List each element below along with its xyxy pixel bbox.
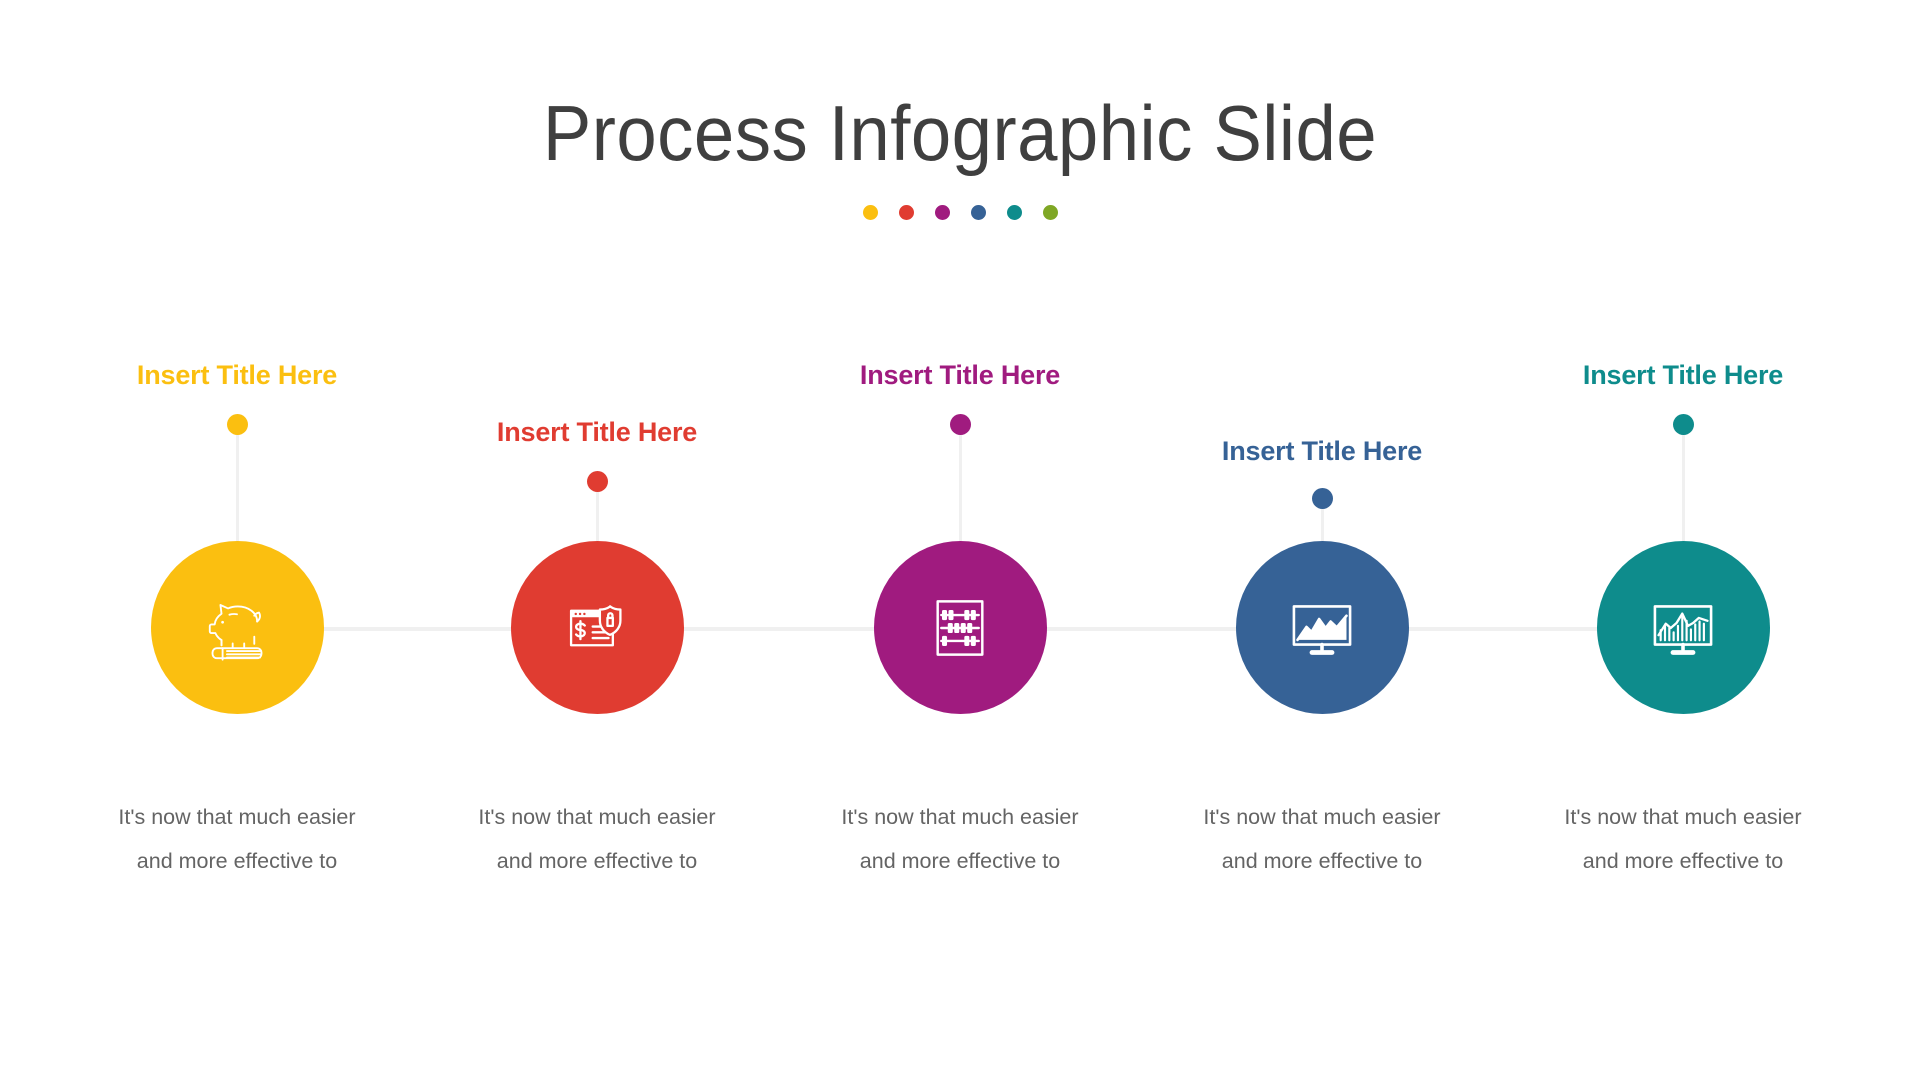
- step-pin-dot-4: [1311, 488, 1333, 509]
- step-pin-dot-2: [586, 471, 608, 492]
- step-stem-2: [595, 487, 599, 542]
- step-title-3[interactable]: Insert Title Here: [810, 360, 1110, 391]
- step-title-1[interactable]: Insert Title Here: [87, 360, 387, 391]
- step-description-4: It's now that much easier and more effec…: [1203, 805, 1441, 874]
- step-stem-4: [1320, 504, 1324, 542]
- step-stem-1: [235, 430, 239, 542]
- process-step-5: Insert Title Here It's now that much eas…: [1533, 0, 1833, 1080]
- process-step-1: Insert Title Here It's now that much eas…: [87, 0, 387, 1080]
- step-description-1: It's now that much easier and more effec…: [118, 805, 356, 874]
- step-description-3: It's now that much easier and more effec…: [841, 805, 1079, 874]
- step-icon-circle-4[interactable]: [1235, 541, 1409, 714]
- step-pin-dot-3: [949, 414, 971, 435]
- step-stem-5: [1681, 430, 1685, 542]
- step-title-5[interactable]: Insert Title Here: [1533, 360, 1833, 391]
- process-node-list: Insert Title Here It's now that much eas…: [0, 0, 1920, 1080]
- infographic-slide: Process Infographic Slide Insert Title H…: [0, 0, 1920, 1080]
- step-stem-3: [958, 430, 962, 542]
- step-icon-circle-1[interactable]: [150, 541, 324, 714]
- line-chart-monitor-icon: [1286, 592, 1358, 664]
- secure-payment-window-icon: [561, 592, 633, 664]
- bar-chart-monitor-icon: [1647, 592, 1719, 664]
- step-pin-dot-5: [1672, 414, 1694, 435]
- abacus-icon: [924, 592, 996, 664]
- step-icon-circle-3[interactable]: [873, 541, 1047, 714]
- step-description-2: It's now that much easier and more effec…: [478, 805, 716, 874]
- step-icon-circle-2[interactable]: [510, 541, 684, 714]
- step-title-2[interactable]: Insert Title Here: [447, 417, 747, 448]
- step-icon-circle-5[interactable]: [1596, 541, 1770, 714]
- step-description-5: It's now that much easier and more effec…: [1564, 805, 1802, 874]
- process-step-2: Insert Title Here It's now that much eas…: [447, 0, 747, 1080]
- step-title-4[interactable]: Insert Title Here: [1172, 436, 1472, 467]
- piggy-bank-on-book-icon: [201, 592, 273, 664]
- process-step-4: Insert Title Here It's now that much eas…: [1172, 0, 1472, 1080]
- process-step-3: Insert Title Here It's now that much eas…: [810, 0, 1110, 1080]
- step-pin-dot-1: [226, 414, 248, 435]
